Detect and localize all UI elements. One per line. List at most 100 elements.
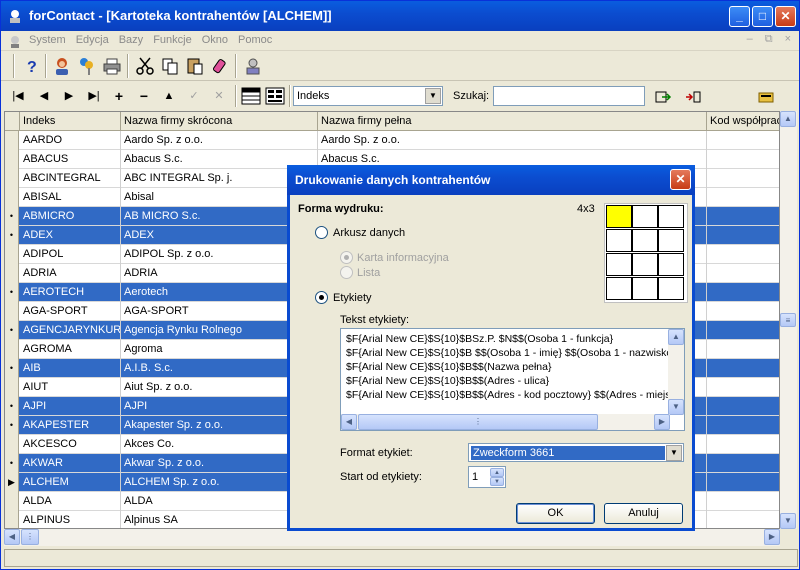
table-cell[interactable]: ABMICRO xyxy=(20,207,121,226)
row-indicator[interactable] xyxy=(5,150,19,169)
table-cell[interactable] xyxy=(707,416,779,435)
form-view-icon[interactable] xyxy=(263,84,287,108)
table-cell[interactable]: ADIPOL xyxy=(20,245,121,264)
row-indicator[interactable]: • xyxy=(5,207,19,226)
table-cell[interactable] xyxy=(707,150,779,169)
table-cell[interactable] xyxy=(707,226,779,245)
table-cell[interactable] xyxy=(707,321,779,340)
scroll-left-icon[interactable]: ◀ xyxy=(4,529,20,545)
chevron-down-icon[interactable]: ▼ xyxy=(666,445,682,461)
scroll-right-icon[interactable]: ▶ xyxy=(764,529,780,545)
table-cell[interactable]: AARDO xyxy=(20,131,121,150)
table-cell[interactable]: AGROMA xyxy=(20,340,121,359)
column-header[interactable]: Kod współpracy xyxy=(707,112,779,131)
user-settings-icon[interactable] xyxy=(241,54,265,78)
row-indicator[interactable] xyxy=(5,188,19,207)
dialog-title-bar[interactable]: Drukowanie danych kontrahentów ✕ xyxy=(287,165,695,195)
index-select[interactable]: Indeks ▼ xyxy=(293,86,443,106)
table-cell[interactable] xyxy=(707,340,779,359)
label-cell[interactable] xyxy=(606,277,632,300)
next-record-button[interactable]: ▶ xyxy=(58,87,80,105)
list-radio[interactable] xyxy=(340,266,353,279)
label-cell[interactable] xyxy=(606,229,632,252)
row-indicator[interactable]: • xyxy=(5,321,19,340)
row-indicator[interactable]: • xyxy=(5,416,19,435)
table-cell[interactable] xyxy=(707,302,779,321)
label-cell[interactable] xyxy=(632,205,658,228)
table-cell[interactable]: ALDA xyxy=(20,492,121,511)
table-cell[interactable]: AIUT xyxy=(20,378,121,397)
maximize-button[interactable]: □ xyxy=(752,6,773,27)
text-horizontal-scrollbar[interactable]: ◀ ⋮ ▶ xyxy=(341,414,670,430)
search-input[interactable] xyxy=(493,86,645,106)
table-cell[interactable] xyxy=(707,169,779,188)
label-cell[interactable] xyxy=(658,253,684,276)
labels-radio[interactable] xyxy=(315,291,328,304)
table-cell[interactable]: Aardo Sp. z o.o. xyxy=(318,131,707,150)
label-cell[interactable] xyxy=(606,253,632,276)
table-cell[interactable]: ABACUS xyxy=(20,150,121,169)
edit-record-button[interactable]: ▲ xyxy=(158,87,180,105)
column-header[interactable]: Nazwa firmy skrócona xyxy=(121,112,318,131)
printer-icon[interactable] xyxy=(100,54,124,78)
row-indicator[interactable] xyxy=(5,435,19,454)
row-indicator[interactable] xyxy=(5,169,19,188)
mdi-close-button[interactable]: × xyxy=(785,33,791,46)
vertical-scrollbar[interactable]: ▲ ≡ ▼ xyxy=(780,111,797,529)
last-record-button[interactable]: ▶| xyxy=(83,87,105,105)
row-indicator[interactable] xyxy=(5,302,19,321)
table-cell[interactable] xyxy=(707,435,779,454)
sheet-radio[interactable] xyxy=(315,226,328,239)
row-indicator[interactable]: • xyxy=(5,283,19,302)
table-cell[interactable] xyxy=(707,264,779,283)
label-text-area[interactable]: $F{Arial New CE}$S{10}$BSz.P. $N$$(Osoba… xyxy=(340,328,685,431)
table-cell[interactable] xyxy=(707,473,779,492)
table-cell[interactable] xyxy=(707,245,779,264)
post-edit-button[interactable]: ✓ xyxy=(183,87,205,105)
table-cell[interactable]: AKCESCO xyxy=(20,435,121,454)
label-cell[interactable] xyxy=(658,277,684,300)
scroll-thumb[interactable]: ⋮ xyxy=(21,529,39,545)
row-indicator[interactable] xyxy=(5,264,19,283)
table-cell[interactable]: AIB xyxy=(20,359,121,378)
chevron-down-icon[interactable]: ▼ xyxy=(425,88,441,104)
menu-item-bazy[interactable]: Bazy xyxy=(119,34,143,46)
cancel-edit-button[interactable]: ✕ xyxy=(208,87,230,105)
format-select[interactable]: Zweckform 3661 ▼ xyxy=(468,443,684,462)
table-cell[interactable]: ALCHEM xyxy=(20,473,121,492)
grid-view-icon[interactable] xyxy=(239,84,263,108)
table-cell[interactable]: AKWAR xyxy=(20,454,121,473)
scroll-up-icon[interactable]: ▲ xyxy=(668,329,684,345)
column-header[interactable]: Indeks xyxy=(20,112,121,131)
label-cell[interactable] xyxy=(658,205,684,228)
table-cell[interactable] xyxy=(707,397,779,416)
filter-icon[interactable] xyxy=(681,85,705,109)
label-cell[interactable] xyxy=(658,229,684,252)
table-cell[interactable]: ABCINTEGRAL xyxy=(20,169,121,188)
menu-item-okno[interactable]: Okno xyxy=(202,34,228,46)
card-radio[interactable] xyxy=(340,251,353,264)
row-indicator[interactable] xyxy=(5,131,19,150)
row-indicator[interactable]: • xyxy=(5,397,19,416)
spin-down-icon[interactable]: ▼ xyxy=(490,477,504,486)
row-indicator[interactable]: • xyxy=(5,359,19,378)
row-indicator[interactable] xyxy=(5,492,19,511)
document-icon[interactable] xyxy=(7,33,23,49)
label-layout-preview[interactable] xyxy=(604,203,688,303)
table-cell[interactable]: ALPINUS xyxy=(20,511,121,528)
mdi-minimize-button[interactable]: – xyxy=(747,33,753,46)
table-row[interactable]: AARDO Aardo Sp. z o.o. Aardo Sp. z o.o. xyxy=(5,131,779,150)
menu-item-edycja[interactable]: Edycja xyxy=(76,34,109,46)
dialog-close-button[interactable]: ✕ xyxy=(670,169,691,190)
start-spinner[interactable]: 1 ▲ ▼ xyxy=(468,466,506,488)
find-next-icon[interactable] xyxy=(651,85,675,109)
scroll-thumb[interactable]: ⋮ xyxy=(358,414,598,430)
table-cell[interactable]: ABISAL xyxy=(20,188,121,207)
label-cell[interactable] xyxy=(632,253,658,276)
table-cell[interactable]: AGA-SPORT xyxy=(20,302,121,321)
cut-icon[interactable] xyxy=(133,54,157,78)
table-cell[interactable]: AEROTECH xyxy=(20,283,121,302)
row-indicator[interactable] xyxy=(5,511,19,528)
menu-item-funkcje[interactable]: Funkcje xyxy=(153,34,192,46)
table-cell[interactable] xyxy=(707,511,779,528)
